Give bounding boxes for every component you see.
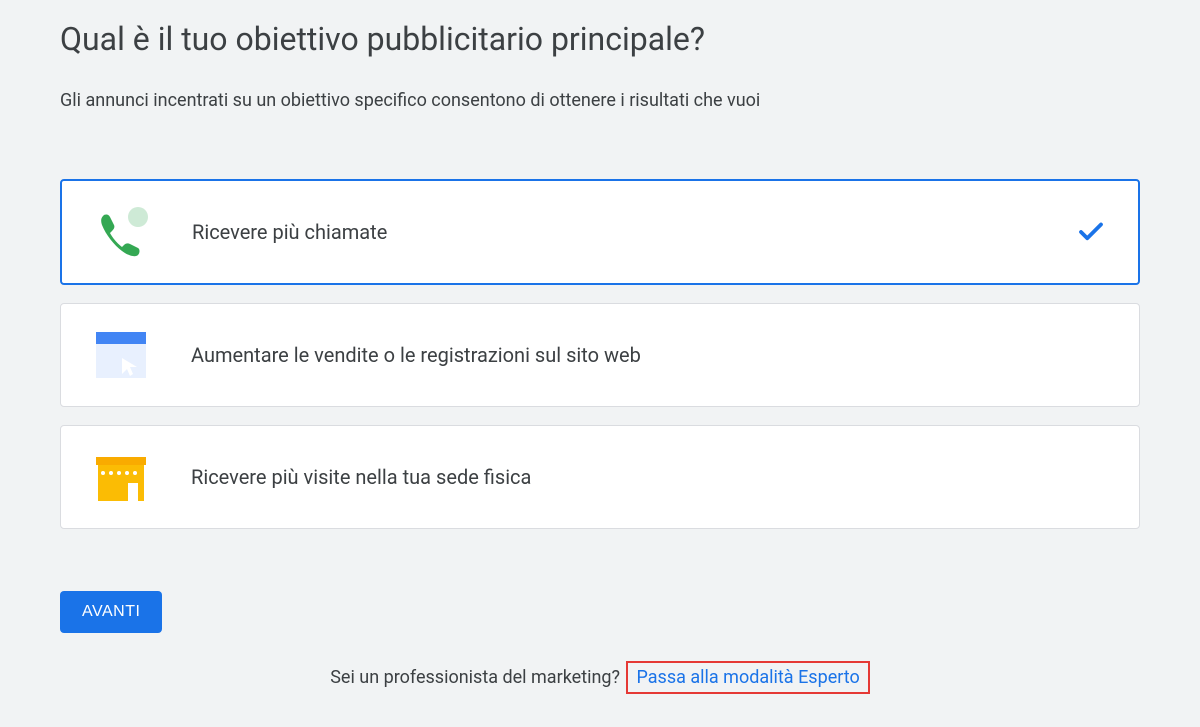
website-click-icon <box>91 330 151 380</box>
option-sales[interactable]: Aumentare le vendite o le registrazioni … <box>60 303 1140 407</box>
option-visits[interactable]: Ricevere più visite nella tua sede fisic… <box>60 425 1140 529</box>
footer-text: Sei un professionista del marketing? Pas… <box>60 661 1140 694</box>
option-label: Ricevere più visite nella tua sede fisic… <box>191 465 1107 489</box>
option-label: Ricevere più chiamate <box>192 220 1076 244</box>
option-calls[interactable]: Ricevere più chiamate <box>60 179 1140 285</box>
highlight-box: Passa alla modalità Esperto <box>626 661 869 694</box>
page-title: Qual è il tuo obiettivo pubblicitario pr… <box>60 20 1140 58</box>
page-subtitle: Gli annunci incentrati su un obiettivo s… <box>60 90 1140 111</box>
checkmark-icon <box>1076 217 1106 247</box>
footer-question: Sei un professionista del marketing? <box>330 667 620 688</box>
phone-call-icon <box>92 207 152 257</box>
option-label: Aumentare le vendite o le registrazioni … <box>191 343 1107 367</box>
storefront-icon <box>91 452 151 502</box>
next-button[interactable]: AVANTI <box>60 591 162 633</box>
expert-mode-link[interactable]: Passa alla modalità Esperto <box>636 667 859 688</box>
